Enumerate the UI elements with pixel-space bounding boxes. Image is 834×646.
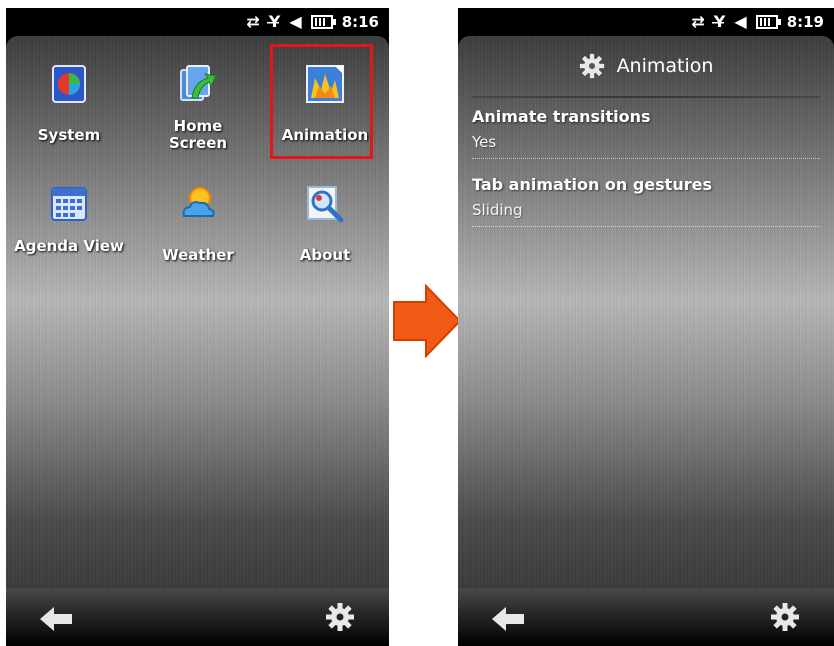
menu-item-label: Weather — [162, 246, 234, 264]
page-title: Animation — [616, 55, 714, 77]
menu-item-system[interactable]: System — [14, 54, 124, 174]
phone-screen-right: ⇄ Y̶ ◀︎ 8:19 Animation Animate transitio… — [458, 8, 834, 646]
no-signal-icon: Y̶ — [713, 12, 726, 31]
gear-icon — [326, 603, 354, 631]
speaker-muted-icon: ◀︎ — [734, 12, 747, 31]
menu-item-home-screen[interactable]: Home Screen — [143, 54, 253, 174]
bottom-toolbar — [6, 588, 389, 646]
menu-item-label: System — [37, 126, 101, 144]
no-signal-icon: Y̶ — [268, 12, 281, 31]
back-button[interactable] — [490, 605, 526, 633]
setting-tab-animation-gestures[interactable]: Tab animation on gestures Sliding — [472, 174, 834, 227]
battery-icon — [755, 15, 781, 29]
back-arrow-icon — [492, 607, 524, 631]
menu-item-weather[interactable]: Weather — [143, 174, 253, 294]
status-bar: ⇄ Y̶ ◀︎ 8:16 — [6, 8, 389, 36]
gear-icon — [579, 53, 604, 79]
gear-icon — [771, 603, 799, 631]
setting-value: Sliding — [472, 201, 523, 219]
speaker-muted-icon: ◀︎ — [289, 12, 302, 31]
clock: 8:19 — [786, 13, 824, 31]
setting-value: Yes — [472, 133, 497, 151]
system-icon — [49, 64, 89, 104]
page-header: Animation — [458, 36, 834, 96]
menu-item-about[interactable]: About — [270, 174, 380, 294]
back-button[interactable] — [38, 605, 74, 633]
selection-highlight-box — [270, 44, 373, 159]
menu-item-label: About — [299, 246, 351, 264]
weather-icon — [178, 184, 218, 224]
calendar-icon — [49, 184, 89, 224]
data-transfer-icon: ⇄ — [691, 12, 705, 31]
setting-label: Tab animation on gestures — [472, 175, 712, 194]
menu-item-label: Home Screen — [168, 117, 228, 152]
back-arrow-icon — [40, 607, 72, 631]
menu-item-label: Agenda View — [14, 237, 124, 255]
about-icon — [305, 184, 345, 224]
arrow-right-icon — [393, 284, 462, 358]
data-transfer-icon: ⇄ — [246, 12, 260, 31]
row-separator — [472, 158, 820, 159]
setting-label: Animate transitions — [472, 107, 651, 126]
animation-settings-page: Animation Animate transitions Yes Tab an… — [458, 36, 834, 588]
phone-screen-left: ⇄ Y̶ ◀︎ 8:16 System Home Screen Animatio… — [6, 8, 389, 646]
status-bar: ⇄ Y̶ ◀︎ 8:19 — [458, 8, 834, 36]
settings-button[interactable] — [770, 602, 800, 632]
home-screen-icon — [178, 64, 218, 104]
row-separator — [472, 226, 820, 227]
header-divider — [472, 96, 820, 98]
clock: 8:16 — [341, 13, 379, 31]
bottom-toolbar — [458, 588, 834, 646]
settings-button[interactable] — [325, 602, 355, 632]
menu-item-agenda-view[interactable]: Agenda View — [14, 174, 124, 294]
setting-animate-transitions[interactable]: Animate transitions Yes — [472, 106, 834, 159]
battery-icon — [310, 15, 336, 29]
